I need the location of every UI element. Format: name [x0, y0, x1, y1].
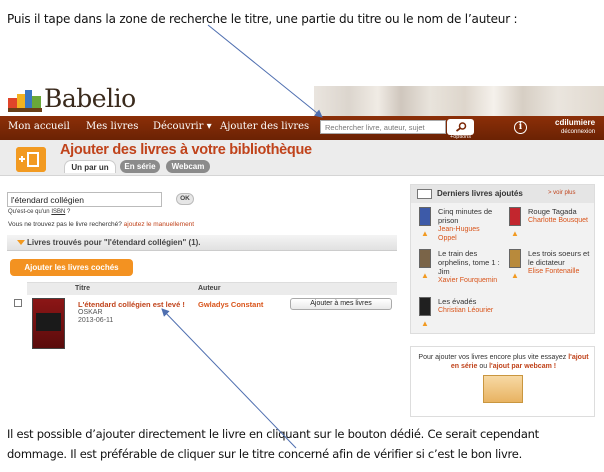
book-title-link[interactable]: L'étendard collégien est levé !	[78, 300, 185, 309]
book-publisher: OSKAR	[78, 309, 103, 316]
recent-book[interactable]: ▲ Les trois soeurs et le dictateur Elise…	[503, 249, 591, 287]
isbn-help: Qu'est-ce qu'un ISBN ?	[8, 209, 71, 215]
info-icon[interactable]: i	[514, 121, 527, 134]
recent-books-header: Derniers livres ajoutés > voir plus	[411, 185, 594, 203]
nav-discover[interactable]: Découvrir ▾	[153, 121, 212, 132]
results-table-header: Titre Auteur	[27, 282, 397, 295]
ok-button[interactable]: OK	[176, 193, 194, 205]
not-found-help: Vous ne trouvez pas le livre recherché? …	[8, 221, 195, 228]
recent-book[interactable]: ▲ Les évadés Christian Léourier	[413, 297, 501, 335]
mini-cover	[419, 207, 431, 226]
add-manually-link[interactable]: ajoutez le manuellement	[124, 221, 194, 228]
open-book-icon	[417, 189, 432, 199]
app-logo[interactable]: Babelio	[44, 84, 136, 113]
add-checked-books-button[interactable]: Ajouter les livres cochés	[10, 259, 133, 276]
bag-icon: ▲	[421, 271, 429, 280]
bag-icon: ▲	[421, 319, 429, 328]
recent-book[interactable]: ▲ Rouge Tagada Charlotte Bousquet	[503, 207, 591, 245]
search-button[interactable]	[447, 119, 474, 135]
recent-books-panel: Derniers livres ajoutés > voir plus ▲ Ci…	[410, 184, 595, 334]
book-cover[interactable]	[32, 298, 65, 349]
tab-series[interactable]: En série	[120, 160, 160, 173]
bookshelf-banner	[314, 86, 604, 116]
nav-home[interactable]: Mon accueil	[8, 121, 70, 132]
column-author: Auteur	[198, 285, 221, 292]
books-logo-icon	[8, 90, 42, 112]
mini-cover	[509, 207, 521, 226]
page-title: Ajouter des livres à votre bibliothèque	[60, 142, 312, 158]
nav-my-books[interactable]: Mes livres	[86, 121, 138, 132]
instruction-caption-top: Puis il tape dans la zone de recherche l…	[7, 12, 518, 26]
tab-webcam[interactable]: Webcam	[166, 160, 210, 173]
mini-cover	[509, 249, 521, 268]
recent-book[interactable]: ▲ Le train des orphelins, tome 1 : Jim X…	[413, 249, 501, 287]
recent-book[interactable]: ▲ Cinq minutes de prison Jean-Hugues Opp…	[413, 207, 501, 245]
bag-icon: ▲	[511, 229, 519, 238]
book-checkbox[interactable]	[14, 299, 22, 307]
search-icon	[455, 122, 466, 132]
quick-add-promo: Pour ajouter vos livres encore plus vite…	[410, 346, 595, 417]
column-title: Titre	[75, 285, 91, 292]
tab-one-by-one[interactable]: Un par un	[64, 160, 116, 173]
bag-icon: ▲	[511, 271, 519, 280]
user-name[interactable]: cdilumiere	[555, 118, 595, 127]
nav-add-books[interactable]: Ajouter des livres	[220, 121, 309, 132]
search-input[interactable]: Rechercher livre, auteur, sujet	[320, 120, 446, 134]
add-to-my-books-button[interactable]: Ajouter à mes livres	[290, 298, 392, 310]
babelio-screenshot: Babelio Mon accueil Mes livres Découvrir…	[0, 82, 604, 417]
isbn-link[interactable]: ISBN	[51, 209, 65, 215]
logout-link[interactable]: déconnexion	[561, 129, 595, 135]
collapse-caret-icon	[17, 240, 25, 245]
webcam-add-link[interactable]: l'ajout par webcam !	[489, 363, 556, 370]
box-illustration	[483, 375, 523, 403]
mini-cover	[419, 297, 431, 316]
cover-art	[36, 313, 61, 331]
book-author-link[interactable]: Gwladys Constant	[198, 300, 263, 309]
book-date: 2013-06-11	[78, 317, 114, 324]
mini-cover	[419, 249, 431, 268]
add-book-icon	[16, 147, 46, 172]
main-nav: Mon accueil Mes livres Découvrir ▾ Ajout…	[0, 116, 604, 140]
book-search-field[interactable]: l'étendard collégien	[7, 192, 162, 207]
logo-band: Babelio	[0, 82, 604, 116]
page-header: Ajouter des livres à votre bibliothèque …	[0, 140, 604, 176]
instruction-caption-bottom: Il est possible d’ajouter directement le…	[7, 427, 539, 461]
bag-icon: ▲	[421, 229, 429, 238]
results-header[interactable]: Livres trouvés pour "l'étendard collégie…	[7, 235, 397, 251]
see-more-link[interactable]: > voir plus	[548, 190, 576, 196]
